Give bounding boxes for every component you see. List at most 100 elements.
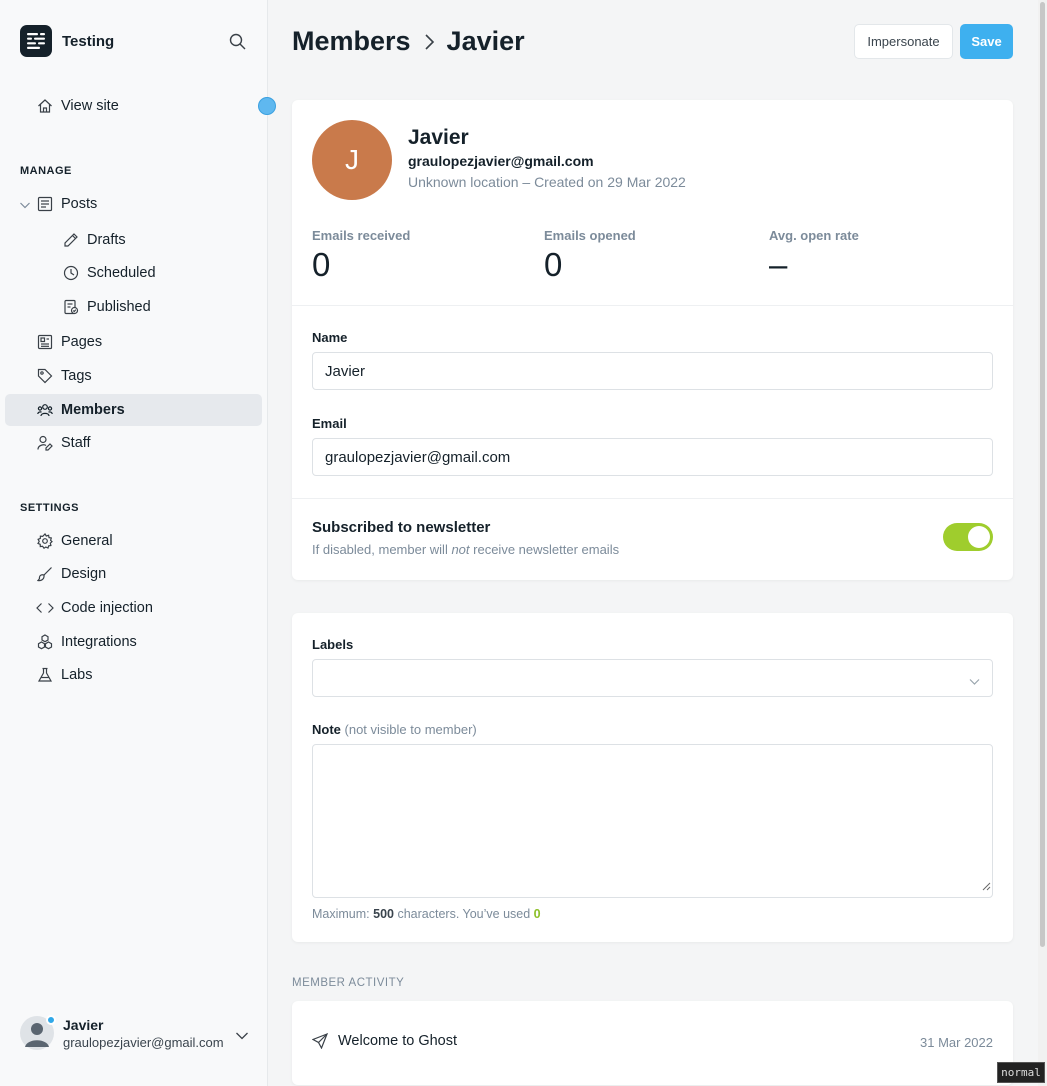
sidebar-item-label: View site	[61, 98, 119, 114]
labels-select[interactable]	[312, 659, 993, 697]
breadcrumb-members-link[interactable]: Members	[292, 26, 411, 57]
stat-label: Avg. open rate	[769, 228, 859, 243]
sidebar-item-scheduled[interactable]: Scheduled	[5, 257, 262, 289]
search-icon[interactable]	[226, 30, 248, 52]
divider	[292, 498, 1013, 499]
user-name: Javier	[63, 1016, 104, 1033]
status-indicator	[46, 1015, 56, 1025]
member-meta: Unknown location – Created on 29 Mar 202…	[408, 174, 686, 190]
chevron-down-icon[interactable]	[235, 1028, 249, 1046]
sidebar-item-general[interactable]: General	[5, 525, 262, 557]
member-name: Javier	[408, 126, 469, 149]
name-label: Name	[312, 330, 348, 345]
sidebar-item-label: Members	[61, 402, 125, 418]
sidebar-item-label: Pages	[61, 334, 103, 350]
member-activity-heading: MEMBER ACTIVITY	[292, 977, 405, 989]
integrations-icon	[36, 633, 54, 651]
labels-note-card: Labels Note (not visible to member) Maxi…	[292, 613, 1013, 942]
sidebar-item-label: Drafts	[87, 232, 126, 248]
member-details-card: J Javier graulopezjavier@gmail.com Unkno…	[292, 100, 1013, 580]
tag-icon	[36, 367, 54, 385]
user-menu[interactable]: Javier graulopezjavier@gmail.com	[20, 1015, 255, 1050]
stat-value: 0	[312, 246, 331, 283]
sidebar-item-integrations[interactable]: Integrations	[5, 626, 262, 658]
pages-icon	[36, 333, 54, 351]
sidebar-item-staff[interactable]: Staff	[5, 427, 262, 459]
stat-emails-opened: Emails opened 0	[544, 228, 636, 284]
main-content: Members Javier Impersonate Save J Javier…	[268, 0, 1047, 1086]
site-title: Testing	[62, 32, 115, 50]
flask-icon	[36, 666, 54, 684]
save-button[interactable]: Save	[960, 24, 1013, 59]
member-avatar: J	[312, 120, 392, 200]
stat-avg-open-rate: Avg. open rate –	[769, 228, 859, 284]
activity-label: Welcome to Ghost	[338, 1033, 458, 1049]
home-icon	[36, 97, 54, 115]
members-icon	[36, 401, 54, 419]
impersonate-button[interactable]: Impersonate	[854, 24, 953, 59]
activity-item[interactable]: Welcome to Ghost	[312, 1033, 457, 1049]
sidebar-item-labs[interactable]: Labs	[5, 659, 262, 691]
activity-date: 31 Mar 2022	[920, 1035, 993, 1050]
sidebar-item-posts[interactable]: Posts	[5, 188, 262, 220]
scrollbar-thumb[interactable]	[1040, 2, 1045, 947]
paper-plane-icon	[312, 1033, 328, 1049]
note-character-counter: Maximum: 500 characters. You’ve used 0	[312, 907, 541, 921]
sidebar-item-pages[interactable]: Pages	[5, 326, 262, 358]
user-email: graulopezjavier@gmail.com	[63, 1034, 224, 1050]
mode-indicator: normal	[997, 1062, 1045, 1083]
sidebar-item-label: Labs	[61, 667, 93, 683]
newsletter-title: Subscribed to newsletter	[312, 519, 491, 536]
sidebar-item-label: Staff	[61, 435, 91, 451]
stat-emails-received: Emails received 0	[312, 228, 410, 284]
sidebar-item-code-injection[interactable]: Code injection	[5, 592, 262, 624]
published-icon	[62, 298, 80, 316]
section-title-manage: MANAGE	[20, 165, 72, 177]
name-input[interactable]: Javier	[312, 352, 993, 390]
page-title: Javier	[446, 26, 525, 56]
sidebar-item-label: Published	[87, 299, 151, 315]
resize-handle-icon[interactable]	[982, 878, 991, 896]
sidebar-item-label: Design	[61, 566, 107, 582]
code-icon	[36, 599, 54, 617]
newsletter-description: If disabled, member will not receive new…	[312, 542, 620, 557]
ghost-logo-icon	[20, 25, 52, 57]
member-activity-card: Welcome to Ghost 31 Mar 2022	[292, 1001, 1013, 1085]
breadcrumb: Members Javier	[292, 26, 525, 57]
email-label: Email	[312, 416, 347, 431]
sidebar-item-label: Integrations	[61, 634, 137, 650]
divider	[292, 305, 1013, 306]
stat-value: –	[769, 246, 788, 283]
sidebar-item-design[interactable]: Design	[5, 558, 262, 590]
note-label: Note (not visible to member)	[312, 722, 477, 737]
brush-icon	[36, 565, 54, 583]
member-email: graulopezjavier@gmail.com	[408, 153, 594, 169]
clock-icon	[62, 264, 80, 282]
stat-label: Emails received	[312, 228, 411, 243]
sidebar-item-view-site[interactable]: View site	[5, 90, 262, 122]
pencil-icon	[62, 231, 80, 249]
sidebar-item-label: Scheduled	[87, 265, 156, 281]
newsletter-toggle[interactable]	[943, 523, 993, 551]
chevron-down-icon	[969, 673, 980, 690]
gear-icon	[36, 532, 54, 550]
stat-label: Emails opened	[544, 228, 636, 243]
sidebar-item-label: Posts	[61, 196, 98, 212]
labels-label: Labels	[312, 637, 354, 652]
scrollbar[interactable]	[1038, 0, 1047, 1086]
sidebar-item-tags[interactable]: Tags	[5, 360, 262, 392]
brand[interactable]: Testing	[20, 25, 114, 57]
sidebar-item-label: Code injection	[61, 600, 153, 616]
sidebar-item-published[interactable]: Published	[5, 291, 262, 323]
stat-value: 0	[544, 246, 563, 283]
sidebar-item-label: Tags	[61, 368, 92, 384]
sidebar-item-label: General	[61, 533, 113, 549]
posts-icon	[36, 195, 54, 213]
note-textarea[interactable]	[312, 744, 993, 898]
sidebar-item-drafts[interactable]: Drafts	[5, 224, 262, 256]
section-title-settings: SETTINGS	[20, 502, 80, 514]
staff-icon	[36, 434, 54, 452]
email-input[interactable]: graulopezjavier@gmail.com	[312, 438, 993, 476]
chevron-right-icon	[423, 33, 435, 51]
sidebar-item-members[interactable]: Members	[5, 394, 262, 426]
